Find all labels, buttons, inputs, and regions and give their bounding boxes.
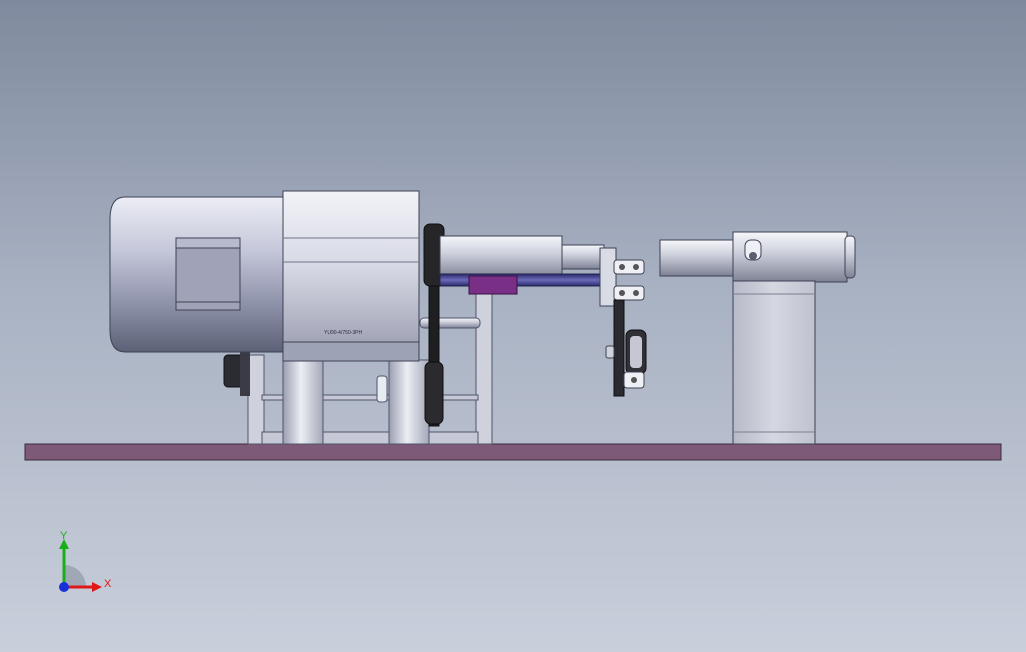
support-post-left[interactable]	[282, 359, 324, 445]
main-shaft[interactable]	[439, 235, 605, 295]
motor-nameplate: YU90-4/750-3PH	[324, 330, 362, 336]
roller-clamp-assembly[interactable]	[599, 247, 647, 397]
orientation-triad[interactable]: Y X	[40, 525, 130, 615]
support-post-right[interactable]	[388, 359, 430, 445]
post-collar[interactable]	[376, 375, 388, 403]
tailstock[interactable]	[659, 231, 856, 445]
y-axis-label: Y	[60, 530, 68, 542]
base-plate[interactable]	[24, 443, 1002, 461]
foot-bracket[interactable]	[223, 352, 250, 396]
assembly-scene[interactable]: YU90-4/750-3PH	[0, 0, 1026, 652]
electric-motor[interactable]	[109, 196, 286, 353]
x-axis-arrowhead	[92, 582, 102, 592]
cad-viewport[interactable]: YU90-4/750-3PH Y X	[0, 0, 1026, 652]
gearbox-housing[interactable]: YU90-4/750-3PH	[282, 190, 420, 362]
x-axis-label: X	[104, 578, 112, 590]
z-axis-dot	[59, 582, 69, 592]
